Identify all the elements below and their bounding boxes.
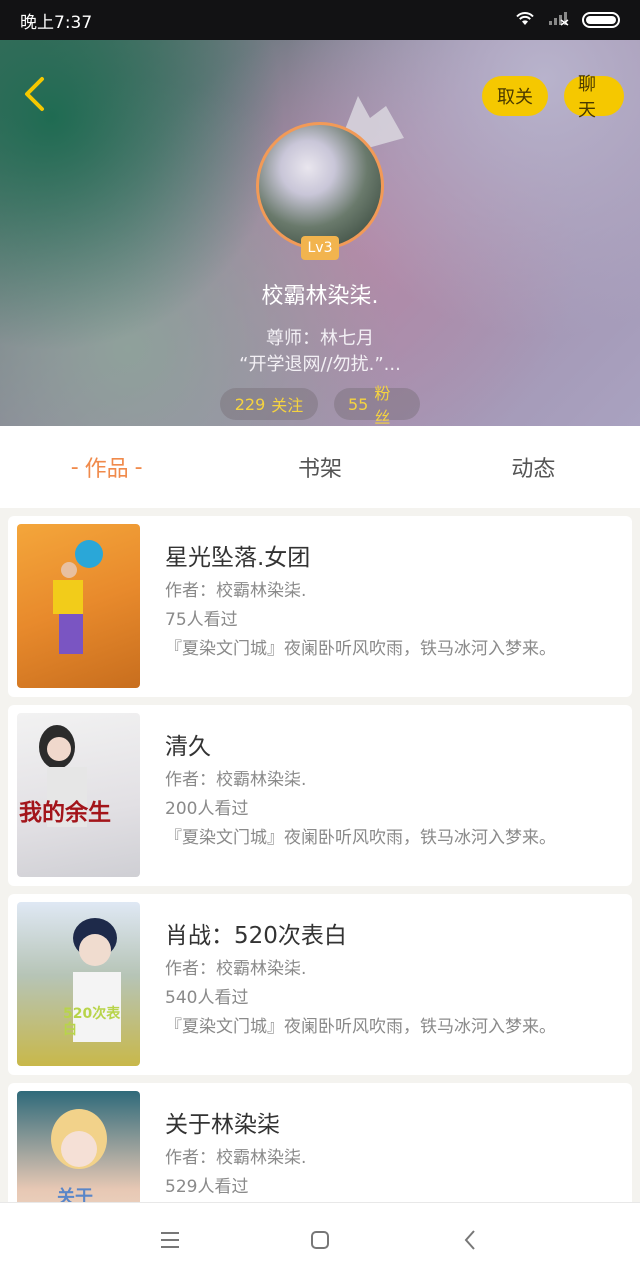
- bio-text: “开学退网//勿扰.”...: [239, 354, 401, 375]
- work-views: 540人看过: [165, 988, 249, 1008]
- tab-works-label: 作品: [84, 457, 129, 482]
- work-description: 『夏染文门城』夜阑卧听风吹雨，铁马冰河入梦来。: [165, 828, 556, 848]
- following-number: 229: [234, 394, 266, 414]
- fans-label: 粉丝: [374, 384, 391, 426]
- tab-bar: - 作品 - 书架 动态: [0, 426, 640, 508]
- work-card[interactable]: 星光坠落.女团 作者：校霸林染柒. 75人看过 『夏染文门城』夜阑卧听风吹雨，铁…: [8, 516, 632, 697]
- username: 校霸林染柒.: [261, 284, 379, 309]
- fans-count[interactable]: 55 粉丝: [334, 384, 420, 426]
- work-title: 清久: [165, 734, 211, 760]
- chat-button[interactable]: 聊天: [564, 74, 624, 121]
- tab-active-marker: -: [70, 454, 79, 480]
- back-button[interactable]: [14, 76, 54, 116]
- menu-button[interactable]: [150, 1222, 190, 1262]
- wifi-icon: [514, 10, 536, 30]
- unfollow-button[interactable]: 取关: [482, 76, 548, 116]
- fans-number: 55: [348, 394, 369, 414]
- cover-title: 我的余生: [19, 799, 111, 826]
- work-description: 『夏染文门城』夜阑卧听风吹雨，铁马冰河入梦来。: [165, 639, 556, 659]
- avatar[interactable]: [256, 122, 384, 250]
- work-views: 529人看过: [165, 1177, 249, 1197]
- work-views: 200人看过: [165, 799, 249, 819]
- level-badge: Lv3: [301, 236, 339, 260]
- work-title: 肖战：520次表白: [165, 923, 347, 949]
- works-list: 星光坠落.女团 作者：校霸林染柒. 75人看过 『夏染文门城』夜阑卧听风吹雨，铁…: [8, 516, 632, 1272]
- tab-active-marker: -: [134, 454, 143, 480]
- system-back-button[interactable]: [450, 1222, 490, 1262]
- work-description: 『夏染文门城』夜阑卧听风吹雨，铁马冰河入梦来。: [165, 1017, 556, 1037]
- tab-activity-label: 动态: [511, 457, 556, 482]
- work-title: 关于林染柒: [165, 1112, 280, 1138]
- back-chevron-icon: [462, 1229, 478, 1255]
- system-nav-bar: [0, 1202, 640, 1280]
- mentor-text: 尊师：林七月: [266, 328, 374, 349]
- home-button[interactable]: [300, 1222, 340, 1262]
- signal-icon: [548, 10, 570, 30]
- cover-title: 520次表白: [63, 1006, 121, 1038]
- tab-works[interactable]: - 作品 -: [0, 426, 213, 508]
- tab-bookshelf[interactable]: 书架: [213, 426, 426, 508]
- status-bar: 晚上7:37: [0, 0, 640, 40]
- battery-icon: [582, 12, 620, 28]
- work-author: 作者：校霸林染柒.: [165, 1148, 307, 1168]
- tab-activity[interactable]: 动态: [427, 426, 640, 508]
- status-time: 晚上7:37: [20, 12, 93, 33]
- work-author: 作者：校霸林染柒.: [165, 581, 307, 601]
- work-views: 75人看过: [165, 610, 238, 630]
- work-title: 星光坠落.女团: [165, 545, 311, 571]
- menu-icon: [159, 1231, 181, 1253]
- work-card[interactable]: 520次表白 肖战：520次表白 作者：校霸林染柒. 540人看过 『夏染文门城…: [8, 894, 632, 1075]
- profile-header: 取关 聊天 Lv3 校霸林染柒. 尊师：林七月 “开学退网//勿扰.”... 2…: [0, 40, 640, 426]
- home-square-icon: [309, 1229, 331, 1255]
- status-icons: [514, 10, 620, 30]
- tab-bookshelf-label: 书架: [297, 457, 342, 482]
- work-author: 作者：校霸林染柒.: [165, 770, 307, 790]
- following-label: 关注: [271, 396, 304, 415]
- work-author: 作者：校霸林染柒.: [165, 959, 307, 979]
- book-cover: 520次表白: [17, 902, 140, 1066]
- work-card[interactable]: 我的余生 清久 作者：校霸林染柒. 200人看过 『夏染文门城』夜阑卧听风吹雨，…: [8, 705, 632, 886]
- following-count[interactable]: 229 关注: [220, 388, 318, 420]
- chevron-left-icon: [22, 76, 46, 116]
- book-cover: 我的余生: [17, 713, 140, 877]
- book-cover: [17, 524, 140, 688]
